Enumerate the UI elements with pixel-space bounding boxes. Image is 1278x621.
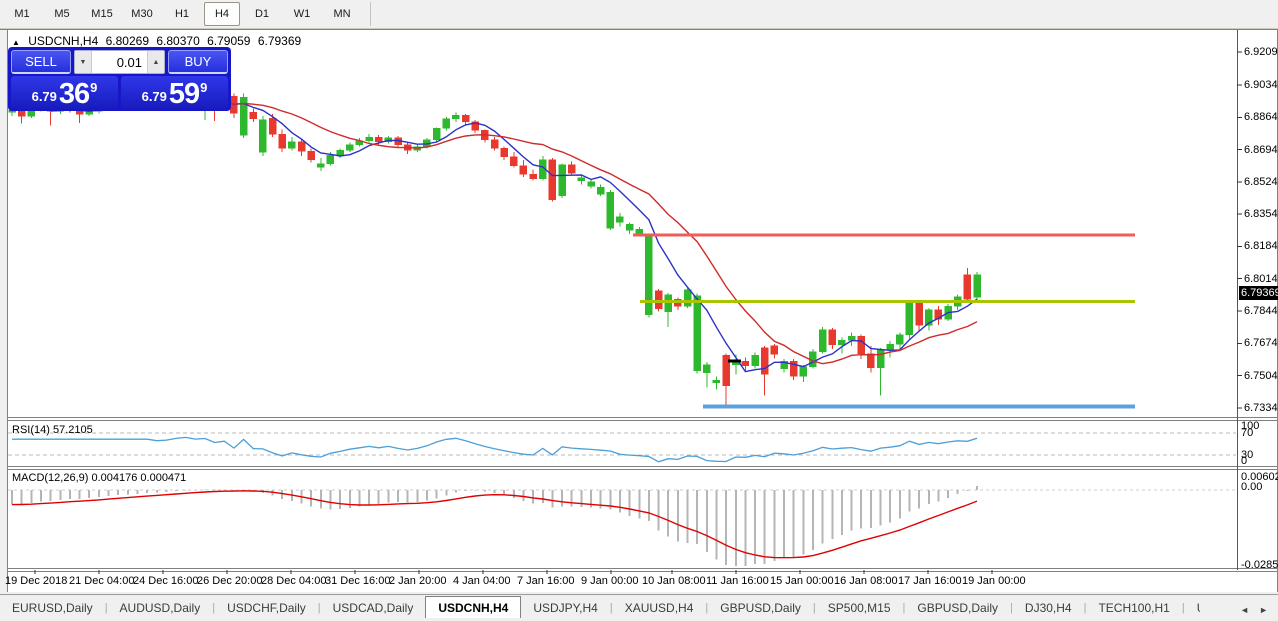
timeframe-button-w1[interactable]: W1 [284,2,320,26]
timeframe-toolbar: M1M5M15M30H1H4D1W1MN [0,0,1278,29]
header-close: 6.79369 [258,34,301,48]
time-axis-label: 2 Jan 20:00 [389,575,447,587]
timeframe-button-mn[interactable]: MN [324,2,360,26]
symbol-tab-tech100-h1[interactable]: TECH100,H1 [1086,598,1181,619]
timeframe-button-m1[interactable]: M1 [4,2,40,26]
symbol-tab-eurusd-daily[interactable]: EURUSD,Daily [0,598,105,619]
sell-price-sup: 9 [90,80,97,95]
symbol-tab-usdjpy-h4[interactable]: USDJPY,H4 [521,598,609,619]
rsi-label: RSI(14) 57.2105 [12,424,93,436]
sell-button[interactable]: SELL [11,50,71,74]
sell-price-big: 36 [59,81,89,108]
buy-price-prefix: 6.79 [142,89,167,104]
time-axis-label: 24 Dec 16:00 [133,575,198,587]
timeframe-button-d1[interactable]: D1 [244,2,280,26]
tabs-scroll-left-icon[interactable]: ◄ [1240,605,1249,615]
timeframe-button-h1[interactable]: H1 [164,2,200,26]
price-axis-label: 6.88640 [1244,111,1278,123]
volume-input[interactable]: 0.01 [92,51,147,73]
time-axis-label: 16 Jan 08:00 [834,575,898,587]
time-axis-label: 17 Jan 16:00 [898,575,962,587]
time-axis-label: 7 Jan 16:00 [517,575,575,587]
time-axis-label: 31 Dec 16:00 [325,575,390,587]
symbol-tab-audusd-daily[interactable]: AUDUSD,Daily [108,598,213,619]
price-axis-label: 6.86940 [1244,144,1278,156]
collapse-triangle-icon[interactable]: ▲ [12,38,20,47]
time-axis-label: 21 Dec 04:00 [69,575,134,587]
tabs-scroll-right-icon[interactable]: ► [1259,605,1268,615]
volume-decrease-button[interactable]: ▼ [75,51,92,73]
chevron-up-icon: ▲ [153,59,160,66]
symbol-tab-xauusd-h4[interactable]: XAUUSD,H4 [613,598,706,619]
header-open: 6.80269 [106,34,149,48]
buy-price-sup: 9 [200,80,207,95]
time-axis-label: 19 Jan 00:00 [962,575,1026,587]
price-axis-label: 6.83540 [1244,208,1278,220]
price-axis-label: 6.78440 [1244,305,1278,317]
time-axis-label: 9 Jan 00:00 [581,575,639,587]
symbol-tab-ukoil-h1[interactable]: UKOil,H1 [1185,598,1200,619]
indicator-axis-label: 70 [1241,427,1253,439]
header-low: 6.79059 [207,34,250,48]
current-price-tag: 6.79369 [1239,286,1278,300]
buy-price-big: 59 [169,81,199,108]
time-axis-label: 4 Jan 04:00 [453,575,511,587]
price-axis-label: 6.76740 [1244,337,1278,349]
symbol-tab-dj30-h4[interactable]: DJ30,H4 [1013,598,1084,619]
price-axis-label: 6.80140 [1244,273,1278,285]
sell-price-box[interactable]: 6.79 36 9 [11,76,118,109]
chart-ohlc-header: ▲ USDCNH,H4 6.80269 6.80370 6.79059 6.79… [12,34,305,48]
price-axis-label: 6.85240 [1244,176,1278,188]
time-axis-label: 10 Jan 08:00 [642,575,706,587]
buy-button[interactable]: BUY [168,50,228,74]
price-axis-label: 6.81840 [1244,240,1278,252]
symbol-tabs: EURUSD,Daily|AUDUSD,Daily|USDCHF,Daily|U… [0,596,1200,619]
symbol-tab-usdcad-daily[interactable]: USDCAD,Daily [321,598,426,619]
header-symbol: USDCNH,H4 [28,34,98,48]
price-axis-label: 6.73340 [1244,402,1278,414]
volume-increase-button[interactable]: ▲ [147,51,164,73]
time-axis-label: 26 Dec 20:00 [197,575,262,587]
price-axis-label: 6.92090 [1244,46,1278,58]
symbol-tab-usdcnh-h4[interactable]: USDCNH,H4 [425,596,521,619]
time-axis-label: 11 Jan 16:00 [706,575,769,587]
timeframe-button-m30[interactable]: M30 [124,2,160,26]
indicator-axis-label: 0 [1241,455,1247,467]
symbol-tab-bar: EURUSD,Daily|AUDUSD,Daily|USDCHF,Daily|U… [0,594,1278,619]
sell-price-prefix: 6.79 [32,89,57,104]
symbol-tab-sp500-m15[interactable]: SP500,M15 [816,598,903,619]
toolbar-separator [370,2,371,26]
timeframe-buttons: M1M5M15M30H1H4D1W1MN [2,2,362,26]
volume-stepper: ▼ 0.01 ▲ [74,50,165,74]
symbol-tab-gbpusd-daily[interactable]: GBPUSD,Daily [905,598,1010,619]
symbol-tab-gbpusd-daily[interactable]: GBPUSD,Daily [708,598,813,619]
timeframe-button-m15[interactable]: M15 [84,2,120,26]
time-axis-label: 19 Dec 2018 [5,575,67,587]
timeframe-button-h4[interactable]: H4 [204,2,240,26]
chevron-down-icon: ▼ [80,59,87,66]
one-click-trading-panel: SELL ▼ 0.01 ▲ BUY 6.79 36 9 6.79 59 9 [8,47,231,111]
buy-price-box[interactable]: 6.79 59 9 [121,76,228,109]
price-axis-label: 6.90340 [1244,79,1278,91]
macd-label: MACD(12,26,9) 0.004176 0.000471 [12,472,186,484]
price-axis-label: 6.75040 [1244,370,1278,382]
indicator-axis-label: -0.028549 [1241,559,1278,571]
time-axis-label: 28 Dec 04:00 [261,575,326,587]
header-high: 6.80370 [156,34,199,48]
timeframe-button-m5[interactable]: M5 [44,2,80,26]
time-axis-label: 15 Jan 00:00 [770,575,834,587]
indicator-axis-label: 0.00 [1241,481,1262,493]
symbol-tab-usdchf-daily[interactable]: USDCHF,Daily [215,598,318,619]
